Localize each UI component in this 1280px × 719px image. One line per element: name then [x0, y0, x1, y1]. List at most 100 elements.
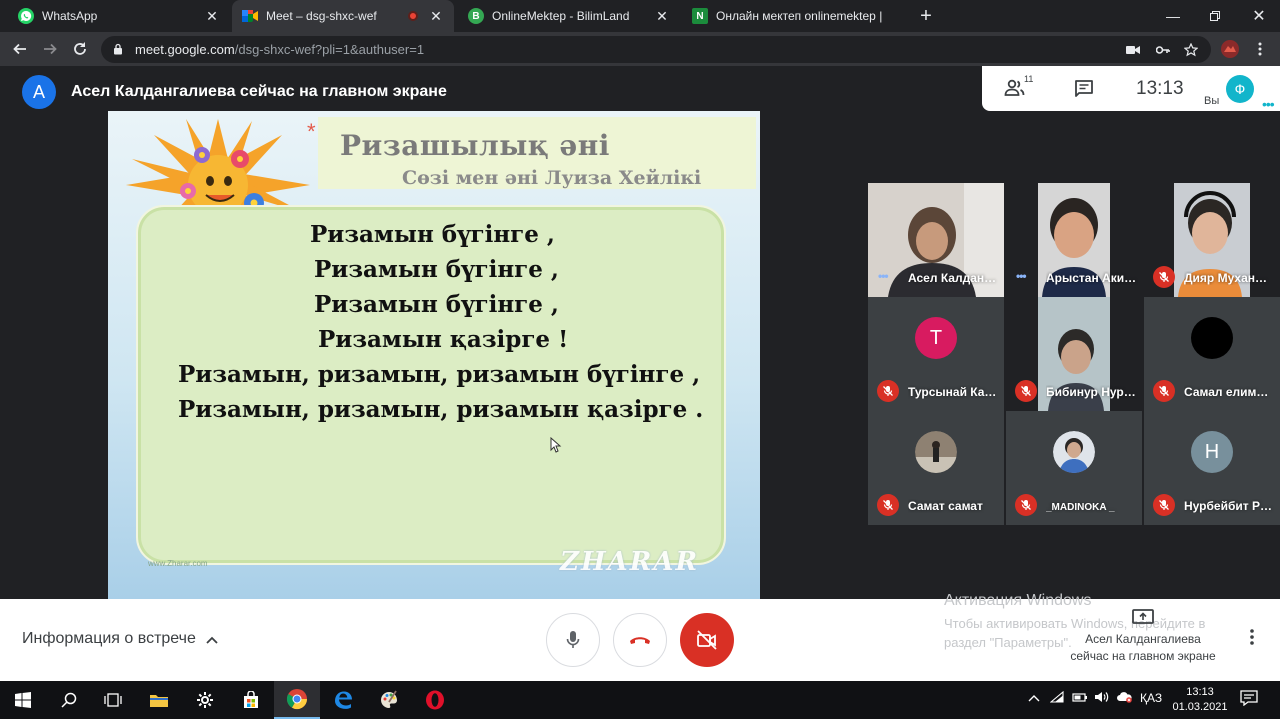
lyric-line: Ризамын, ризамын, ризамын бүгінге ,: [178, 361, 701, 388]
participant-tile[interactable]: Бибинур Нур…: [1006, 297, 1142, 411]
chrome-menu-icon[interactable]: [1248, 37, 1272, 61]
tab-whatsapp[interactable]: WhatsApp ✕: [8, 0, 230, 32]
slide-subtitle: Сөзі мен әні Луиза Хейлікі: [402, 167, 702, 189]
mic-off-icon: [1015, 494, 1037, 516]
participant-name: Турсынай Ка…: [908, 385, 997, 399]
url-path: /dsg-shxc-wef?pli=1&authuser=1: [234, 42, 425, 57]
onlinemektep-icon: N: [692, 8, 708, 24]
chat-icon: [1075, 80, 1093, 97]
volume-icon[interactable]: [1094, 691, 1110, 706]
lyric-line: Ризамын бүгінге ,: [314, 256, 559, 283]
participant-avatar: Т: [915, 317, 957, 359]
paint-palette-icon: [381, 690, 397, 708]
reload-icon: [74, 42, 86, 55]
chrome-taskbar-button[interactable]: [274, 681, 320, 719]
back-button[interactable]: [8, 37, 32, 61]
microphone-icon: [566, 631, 580, 648]
participant-avatar: [1191, 317, 1233, 359]
store-button[interactable]: [228, 681, 274, 719]
clock-date: 01.03.2021: [1172, 701, 1228, 713]
tab-title: WhatsApp: [42, 9, 98, 23]
leave-call-button[interactable]: [613, 613, 667, 667]
bookmark-star-icon[interactable]: [1183, 42, 1199, 58]
meet-stage: A Асел Калдангалиева сейчас на главном э…: [0, 66, 1280, 599]
chat-button[interactable]: [1074, 79, 1094, 98]
lyric-line: Ризамын қазірге !: [318, 326, 569, 353]
taskbar-clock[interactable]: 13:13 01.03.2021: [1170, 685, 1230, 715]
tab-bilimland[interactable]: B OnlineMektep - BilimLand ✕: [458, 0, 680, 32]
close-tab-icon[interactable]: ✕: [428, 8, 444, 24]
participant-tile[interactable]: Т Турсынай Ка…: [868, 297, 1004, 411]
edge-icon: [335, 691, 352, 709]
present-now-button[interactable]: Асел Калдангалиева сейчас на главном экр…: [1066, 609, 1220, 665]
participant-tile[interactable]: Н Нурбейбит Р…: [1144, 411, 1280, 525]
participant-avatar: [915, 431, 957, 473]
people-icon: [1004, 79, 1025, 96]
settings-button[interactable]: [182, 681, 228, 719]
participants-button[interactable]: 11: [1004, 74, 1035, 97]
key-icon[interactable]: [1155, 42, 1171, 58]
presenter-banner: A Асел Калдангалиева сейчас на главном э…: [22, 75, 447, 109]
start-button[interactable]: [0, 681, 46, 719]
close-tab-icon[interactable]: ✕: [204, 8, 220, 24]
new-tab-button[interactable]: +: [914, 4, 938, 28]
participant-tile[interactable]: Самат самат: [868, 411, 1004, 525]
clock-time: 13:13: [1186, 686, 1214, 698]
store-bag-icon: [244, 691, 258, 708]
lyrics: Ризамын бүгінге , Ризамын бүгінге , Риза…: [108, 217, 760, 427]
tab-meet[interactable]: Meet – dsg-shxc-wef ✕: [232, 0, 454, 32]
participant-name: Самат самат: [908, 499, 983, 513]
input-language[interactable]: ҚАЗ: [1140, 691, 1162, 705]
battery-icon[interactable]: [1072, 691, 1088, 706]
forward-arrow-icon: [44, 43, 57, 55]
paint-button[interactable]: [366, 681, 412, 719]
activation-title: Активация Windows: [944, 592, 1092, 609]
participant-name: Бибинур Нур…: [1046, 385, 1136, 399]
show-hidden-icons[interactable]: [1028, 691, 1040, 705]
tab-title: Онлайн мектеп onlinemektep |: [716, 9, 883, 23]
file-explorer-button[interactable]: [136, 681, 182, 719]
camera-button[interactable]: [680, 613, 734, 667]
forward-button[interactable]: [38, 37, 62, 61]
participant-tile[interactable]: ••• Арыстан Аки…: [1006, 183, 1142, 297]
windows-taskbar: ҚАЗ 13:13 01.03.2021: [0, 681, 1280, 719]
participant-tile[interactable]: ••• Асел Калдан…: [868, 183, 1004, 297]
participant-name: Асел Калдан…: [908, 271, 997, 285]
tab-strip: WhatsApp ✕ Meet – dsg-shxc-wef ✕ B Onlin…: [0, 0, 1280, 32]
edge-button[interactable]: [320, 681, 366, 719]
restore-icon: [1210, 11, 1220, 21]
star-decoration: *: [307, 119, 316, 144]
chrome-icon: [286, 689, 308, 710]
more-options-icon[interactable]: [1242, 629, 1262, 650]
wifi-icon[interactable]: [1049, 690, 1064, 706]
slide-title: Ризашылық әні: [340, 129, 610, 162]
participant-name: Нурбейбит Р…: [1184, 499, 1272, 513]
self-avatar[interactable]: Ф: [1226, 75, 1254, 103]
present-screen-icon: [1132, 609, 1154, 624]
tab-onlinemektep[interactable]: N Онлайн мектеп onlinemektep |: [682, 0, 904, 32]
microphone-button[interactable]: [546, 613, 600, 667]
meeting-details-button[interactable]: Информация о встрече: [22, 630, 218, 648]
self-label: Вы: [1204, 95, 1220, 107]
task-view-button[interactable]: [90, 681, 136, 719]
search-icon: [61, 692, 77, 708]
search-button[interactable]: [46, 681, 92, 719]
bilimland-icon: B: [468, 8, 484, 24]
profile-avatar[interactable]: [1218, 37, 1242, 61]
reload-button[interactable]: [68, 37, 92, 61]
participant-tile[interactable]: _MADINOKA _: [1006, 411, 1142, 525]
camera-in-use-icon[interactable]: [1125, 42, 1141, 58]
notifications-icon[interactable]: [1240, 690, 1258, 709]
onedrive-icon[interactable]: [1116, 691, 1132, 706]
maximize-button[interactable]: [1192, 0, 1238, 32]
participant-tile[interactable]: Дияр Мухан…: [1144, 183, 1280, 297]
recording-icon: [408, 11, 418, 21]
participant-tile[interactable]: Самал елим…: [1144, 297, 1280, 411]
opera-button[interactable]: [412, 681, 458, 719]
address-bar[interactable]: meet.google.com/dsg-shxc-wef?pli=1&authu…: [101, 36, 1211, 63]
close-tab-icon[interactable]: ✕: [654, 8, 670, 24]
close-window-button[interactable]: ✕: [1236, 0, 1280, 32]
gear-icon: [197, 692, 213, 708]
minimize-button[interactable]: —: [1150, 0, 1196, 32]
participant-avatar: Н: [1191, 431, 1233, 473]
